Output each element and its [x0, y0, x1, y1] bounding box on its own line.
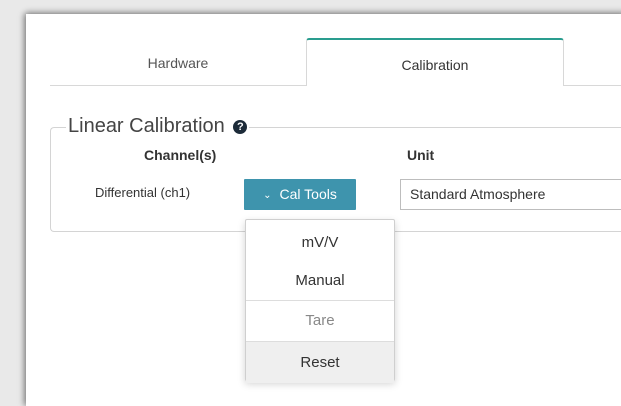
tab-bar: Hardware Calibration — [50, 38, 621, 86]
tab-calibration[interactable]: Calibration — [306, 38, 564, 86]
channel-name: Differential (ch1) — [95, 185, 191, 200]
chevron-down-icon: ⌄ — [263, 190, 272, 201]
unit-column-header: Unit — [407, 147, 435, 163]
cal-tools-label: Cal Tools — [279, 186, 337, 202]
tab-hardware[interactable]: Hardware — [50, 38, 306, 85]
section-title-text: Linear Calibration — [68, 115, 225, 137]
channel-column-header: Channel(s) — [144, 147, 217, 163]
menu-item-tare: Tare — [246, 300, 394, 341]
cal-tools-dropdown: mV/V Manual Tare Reset — [245, 219, 395, 383]
menu-item-mvv[interactable]: mV/V — [246, 224, 394, 262]
menu-item-reset[interactable]: Reset — [246, 341, 394, 383]
help-icon[interactable]: ? — [233, 120, 248, 134]
section-title: Linear Calibration ? — [66, 115, 250, 138]
unit-select[interactable]: Standard Atmosphere — [400, 179, 621, 210]
menu-item-manual[interactable]: Manual — [246, 262, 394, 300]
cal-tools-button[interactable]: ⌄ Cal Tools — [244, 179, 356, 210]
